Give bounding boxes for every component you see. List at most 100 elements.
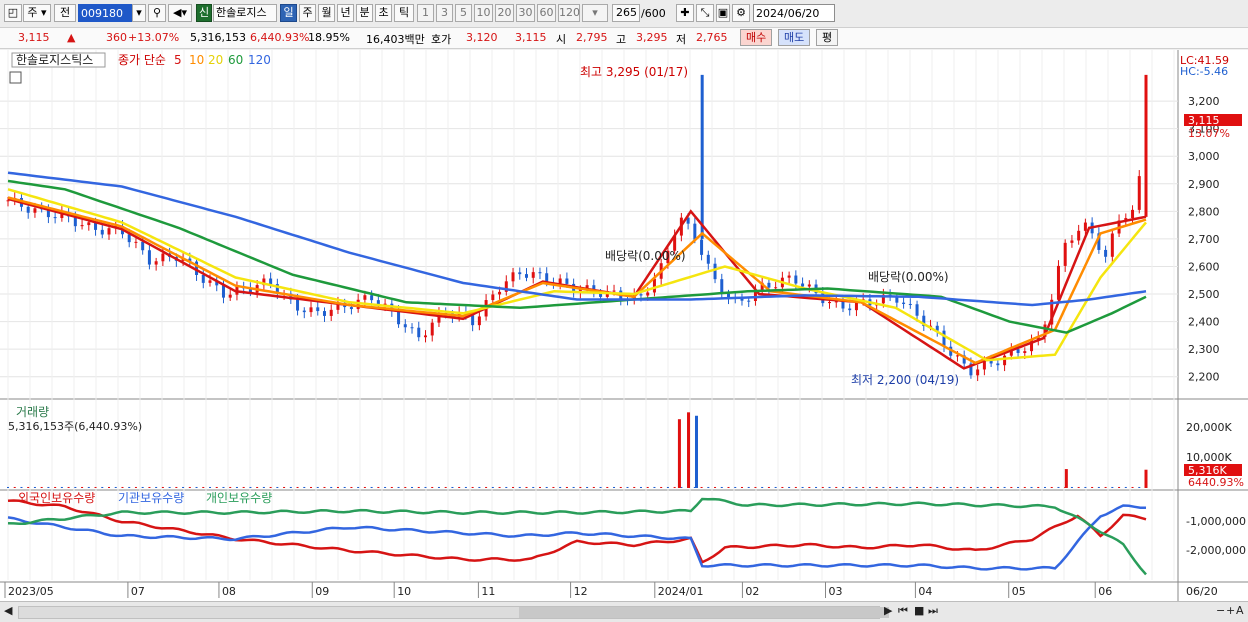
interval-10[interactable]: 10 bbox=[474, 4, 493, 22]
forward-icon[interactable]: ⏭ bbox=[928, 604, 938, 618]
tab-second[interactable]: 초 bbox=[375, 4, 392, 22]
interval-dropdown[interactable]: ▾ bbox=[582, 4, 608, 22]
vol-tick-10000: 10,000K bbox=[1186, 451, 1232, 464]
date-label: 04 bbox=[918, 585, 932, 598]
buy-button[interactable]: 매수 bbox=[740, 29, 773, 46]
scrollbar-thumb[interactable] bbox=[519, 607, 889, 618]
price-tick-label: 2,400 bbox=[1188, 316, 1220, 329]
volume-bar bbox=[74, 486, 77, 488]
candle-body bbox=[565, 278, 569, 284]
candle-body bbox=[558, 278, 562, 284]
candle-body bbox=[955, 355, 959, 357]
zoom-in-icon[interactable]: + bbox=[1226, 604, 1235, 617]
tab-minute[interactable]: 분 bbox=[356, 4, 373, 22]
volume-title: 거래량 bbox=[16, 405, 49, 419]
volume-bar bbox=[1131, 486, 1134, 488]
volume-bar bbox=[81, 486, 84, 488]
interval-20[interactable]: 20 bbox=[495, 4, 514, 22]
tab-week[interactable]: 주 bbox=[299, 4, 316, 22]
legend-ma5: 5 bbox=[174, 53, 182, 67]
tab-month[interactable]: 월 bbox=[318, 4, 335, 22]
volume-bar bbox=[390, 486, 393, 488]
interval-1[interactable]: 1 bbox=[417, 4, 434, 22]
tab-tick[interactable]: 틱 bbox=[394, 4, 414, 22]
legend-ma-label: 종가 단순 bbox=[118, 53, 166, 67]
volume-bar bbox=[424, 486, 427, 488]
prev-button[interactable]: 전 bbox=[54, 4, 76, 22]
horizontal-scrollbar[interactable] bbox=[18, 606, 889, 619]
volume-bar bbox=[141, 486, 144, 488]
volume-bar bbox=[215, 486, 218, 488]
period-select[interactable]: 주 ▾ bbox=[23, 4, 51, 22]
scroll-left-icon[interactable]: ◀ bbox=[4, 604, 12, 617]
interval-3[interactable]: 3 bbox=[436, 4, 453, 22]
tab-year[interactable]: 년 bbox=[337, 4, 354, 22]
volume-bar bbox=[256, 486, 259, 488]
price-tick-label: 3,000 bbox=[1188, 150, 1220, 163]
draw-icon[interactable]: ⤡ bbox=[696, 4, 714, 22]
stock-code-input[interactable] bbox=[78, 4, 138, 22]
candle-body bbox=[538, 272, 542, 274]
volume-spike bbox=[677, 419, 681, 488]
average-button[interactable]: 평 bbox=[816, 29, 839, 46]
interval-5[interactable]: 5 bbox=[455, 4, 472, 22]
candle-body bbox=[201, 274, 205, 283]
date-input[interactable] bbox=[753, 4, 835, 22]
candle-body bbox=[370, 295, 374, 301]
rewind-icon[interactable]: ⏮ bbox=[898, 604, 908, 618]
candle-body bbox=[53, 217, 57, 219]
play-icon[interactable]: ▶ bbox=[884, 604, 892, 617]
candle-body bbox=[1063, 242, 1067, 266]
candle-body bbox=[309, 307, 313, 313]
volume-bar bbox=[518, 486, 521, 488]
interval-30[interactable]: 30 bbox=[516, 4, 535, 22]
chevron-down-icon[interactable]: ▾ bbox=[132, 4, 146, 22]
volume-bar bbox=[565, 486, 568, 488]
candle-body bbox=[807, 284, 811, 287]
candle-body bbox=[127, 234, 131, 243]
stop-icon[interactable]: ■ bbox=[914, 604, 924, 617]
volume-bar bbox=[437, 486, 440, 488]
legend-ma120: 120 bbox=[248, 53, 271, 67]
save-icon[interactable]: ▣ bbox=[716, 4, 730, 22]
volume-bar bbox=[889, 486, 892, 488]
zoom-out-icon[interactable]: − bbox=[1216, 604, 1225, 617]
count-input[interactable]: 265 bbox=[612, 4, 640, 22]
volume-bar bbox=[633, 486, 636, 488]
volume-bar bbox=[592, 486, 595, 488]
candle-body bbox=[915, 304, 919, 316]
volume-bar bbox=[289, 486, 292, 488]
chart-menu-icon[interactable]: ◰ bbox=[4, 4, 22, 22]
candle-body bbox=[713, 263, 717, 280]
candle-body bbox=[700, 239, 704, 255]
interval-60[interactable]: 60 bbox=[537, 4, 556, 22]
candle-body bbox=[491, 294, 495, 301]
volume-bar bbox=[276, 486, 279, 488]
volume-bar bbox=[532, 486, 535, 488]
sell-button[interactable]: 매도 bbox=[778, 29, 811, 46]
volume-bar bbox=[1077, 486, 1080, 488]
bid: 3,120 bbox=[466, 31, 498, 44]
speaker-icon[interactable]: ◀▾ bbox=[168, 4, 192, 22]
volume-bar bbox=[222, 486, 225, 488]
candle-body bbox=[80, 225, 84, 227]
crosshair-icon[interactable]: ✚ bbox=[676, 4, 694, 22]
interval-120[interactable]: 120 bbox=[558, 4, 580, 22]
font-icon[interactable]: A bbox=[1236, 604, 1244, 617]
search-icon[interactable]: ⚲ bbox=[148, 4, 166, 22]
tab-day[interactable]: 일 bbox=[280, 4, 297, 22]
volume-bar bbox=[155, 486, 158, 488]
gear-icon[interactable]: ⚙ bbox=[732, 4, 750, 22]
volume-spike bbox=[687, 412, 691, 488]
price-tick-label: 3,200 bbox=[1188, 95, 1220, 108]
date-label: 10 bbox=[397, 585, 411, 598]
candle-body bbox=[1137, 176, 1141, 210]
volume-bar bbox=[330, 486, 333, 488]
volume-bar bbox=[606, 486, 609, 488]
stock-chart[interactable]: 한솔로지스틱스 종가 단순 5 10 20 60 120 최고 3,295 (0… bbox=[0, 50, 1248, 601]
volume-spike bbox=[1144, 469, 1148, 488]
candle-body bbox=[403, 324, 407, 328]
table-icon[interactable] bbox=[9, 71, 22, 84]
candle-body bbox=[87, 222, 91, 226]
volume-bar bbox=[660, 486, 663, 488]
